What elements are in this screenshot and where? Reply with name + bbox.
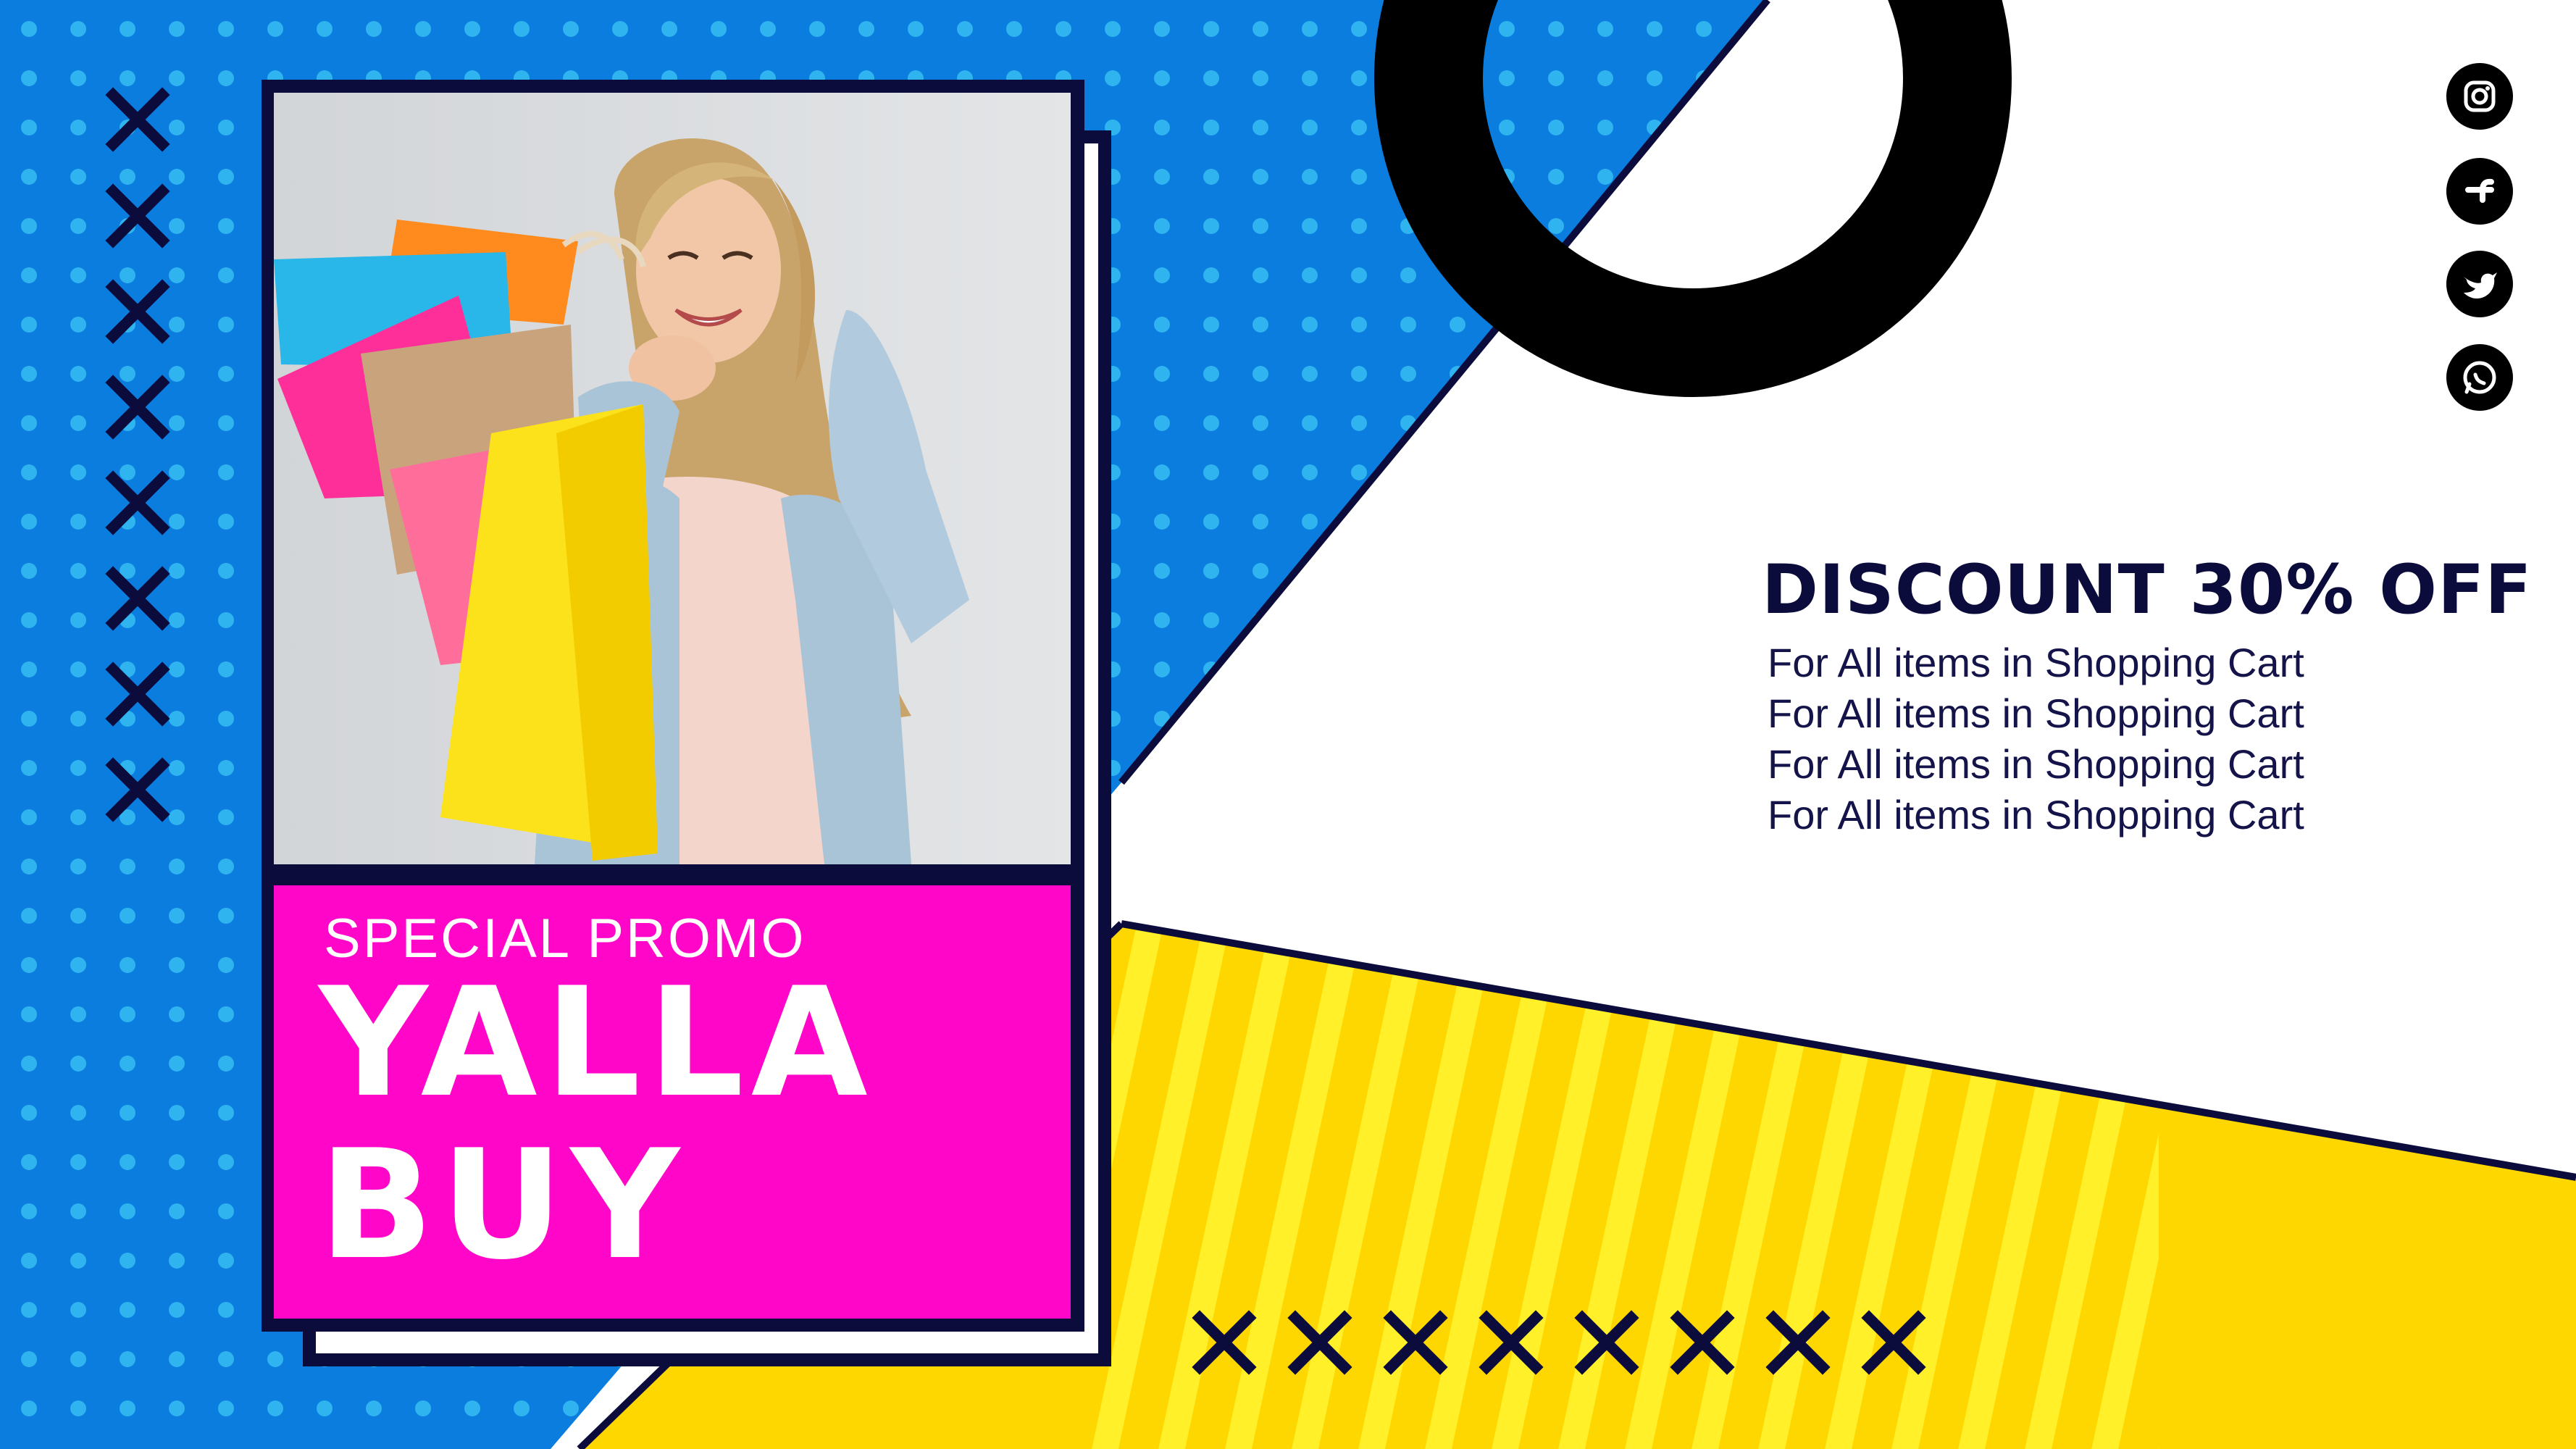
promo-banner: SPECIAL PROMO YALLA BUY DISCOUNT 30% OFF… <box>0 0 2576 1449</box>
promo-title: YALLA BUY <box>319 962 875 1287</box>
shopping-woman-photo <box>274 93 1071 864</box>
discount-lines: For All items in Shopping Cart For All i… <box>1768 638 2304 840</box>
instagram-icon[interactable] <box>2446 63 2513 130</box>
facebook-icon[interactable] <box>2446 158 2513 225</box>
discount-line: For All items in Shopping Cart <box>1768 792 2304 838</box>
promo-title-line2: BUY <box>319 1118 687 1293</box>
twitter-icon[interactable] <box>2446 251 2513 317</box>
discount-line: For All items in Shopping Cart <box>1768 741 2304 787</box>
discount-line: For All items in Shopping Cart <box>1768 690 2304 736</box>
whatsapp-icon[interactable] <box>2446 344 2513 411</box>
discount-headline: DISCOUNT 30% OFF <box>1762 551 2533 630</box>
discount-line: For All items in Shopping Cart <box>1768 640 2304 685</box>
promo-title-line1: YALLA <box>319 956 875 1131</box>
